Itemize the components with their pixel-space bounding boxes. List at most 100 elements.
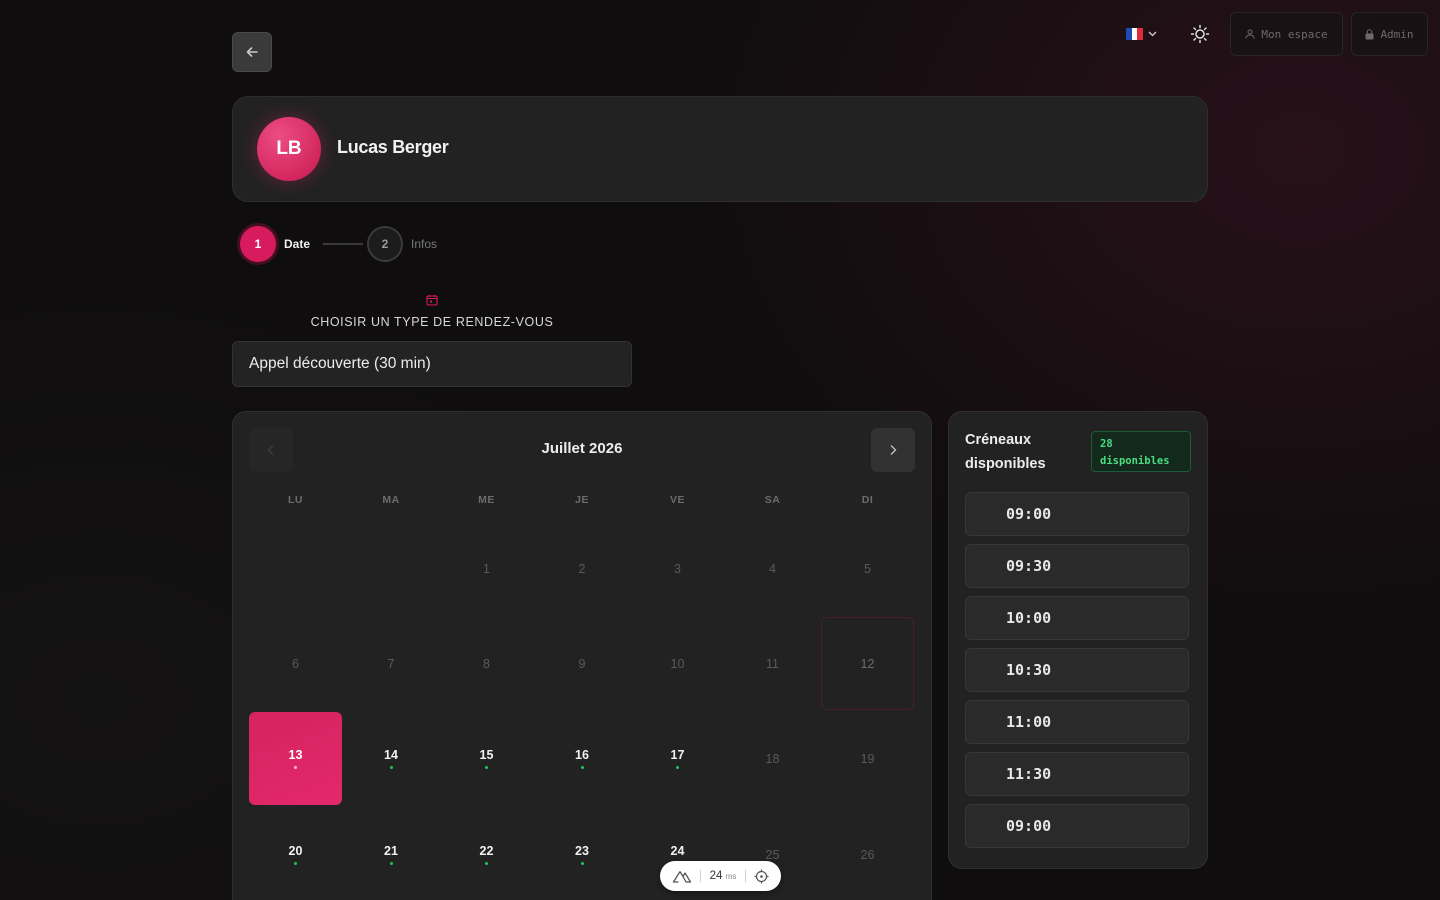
lock-icon <box>1365 28 1374 39</box>
day-number: 15 <box>479 748 494 762</box>
chevron-right-icon <box>890 445 897 455</box>
calendar-day-21[interactable]: 21 <box>345 808 438 900</box>
calendar-day-7: 7 <box>345 617 438 710</box>
day-number: 1 <box>483 561 490 576</box>
day-number: 13 <box>288 748 303 762</box>
month-title: Juillet 2026 <box>541 440 623 457</box>
crosshair-icon[interactable] <box>754 869 769 884</box>
chevron-left-icon <box>267 445 274 455</box>
next-month-button[interactable] <box>871 428 915 472</box>
slots-title: Créneaux disponibles <box>965 432 1046 472</box>
calendar-day-4: 4 <box>726 522 819 615</box>
calendar-icon <box>426 295 438 306</box>
time-slot-button[interactable]: 10:00 <box>965 596 1189 640</box>
devtools-toolbar[interactable]: 24 ms <box>660 861 781 891</box>
availability-dot <box>389 766 393 769</box>
mon-espace-label: Mon espace <box>1261 27 1328 41</box>
day-number: 5 <box>864 561 871 576</box>
day-number: 14 <box>384 748 398 762</box>
divider <box>744 870 746 882</box>
user-icon <box>1245 29 1255 39</box>
availability-dot <box>294 862 297 865</box>
time-slot-button[interactable]: 09:00 <box>965 492 1189 536</box>
calendar-day-18: 18 <box>726 712 819 805</box>
availability-dot <box>580 862 584 865</box>
sun-icon <box>1190 24 1210 44</box>
calendar-day-5: 5 <box>821 522 914 615</box>
day-number: 16 <box>575 748 589 762</box>
nuxt-logo-icon <box>672 870 692 883</box>
day-number: 12 <box>860 656 875 671</box>
step-2-indicator: 2 <box>367 226 403 262</box>
language-selector[interactable] <box>1126 24 1166 44</box>
day-number: 4 <box>769 561 776 576</box>
weekday-header: SA <box>764 494 781 506</box>
calendar-day-11: 11 <box>726 617 819 710</box>
availability-dot <box>294 766 297 769</box>
day-number: 11 <box>766 656 779 671</box>
france-flag-icon <box>1126 28 1143 40</box>
calendar-day-15[interactable]: 15 <box>440 712 533 805</box>
calendar-day-22[interactable]: 22 <box>440 808 533 900</box>
time-slot-button[interactable]: 11:30 <box>965 752 1189 796</box>
calendar-day-17[interactable]: 17 <box>631 712 724 805</box>
calendar-day-20[interactable]: 20 <box>249 808 342 900</box>
previous-month-button[interactable] <box>249 428 293 472</box>
appointment-type-select[interactable]: Appel découverte (30 min) <box>232 341 632 387</box>
time-slot-button[interactable]: 09:00 <box>965 804 1189 848</box>
profile-name: Lucas Berger <box>337 137 449 157</box>
day-number: 17 <box>670 748 685 762</box>
weekday-header: DI <box>861 494 874 506</box>
calendar-day-23[interactable]: 23 <box>536 808 629 900</box>
day-number: 6 <box>292 656 299 671</box>
back-button[interactable] <box>232 32 272 72</box>
weekday-header: MA <box>382 494 400 506</box>
step-1-label: Date <box>284 237 311 251</box>
calendar-day-10: 10 <box>631 617 724 710</box>
calendar-day-1: 1 <box>440 522 533 615</box>
admin-label: Admin <box>1380 27 1414 41</box>
divider <box>700 870 702 882</box>
day-number: 19 <box>860 751 875 766</box>
calendar-day-16[interactable]: 16 <box>536 712 629 805</box>
slots-count-badge: 28 disponibles <box>1091 431 1191 472</box>
calendar-day-14[interactable]: 14 <box>345 712 438 805</box>
day-number: 9 <box>578 656 586 671</box>
slots-panel <box>948 411 1208 869</box>
availability-dot <box>389 862 393 865</box>
step-2-label: Infos <box>411 237 438 251</box>
availability-dot <box>580 766 584 769</box>
calendar-day-6: 6 <box>249 617 342 710</box>
weekday-header: LU <box>288 494 303 506</box>
step-1-indicator: 1 <box>240 226 276 262</box>
time-slot-button[interactable]: 10:30 <box>965 648 1189 692</box>
day-number: 26 <box>860 847 875 862</box>
timing-value: 24 <box>709 870 723 882</box>
theme-toggle-button[interactable] <box>1188 22 1212 46</box>
calendar-day-2: 2 <box>536 522 629 615</box>
day-number: 2 <box>578 561 586 576</box>
day-number: 7 <box>387 656 395 671</box>
calendar-day-12: 12 <box>821 617 914 710</box>
calendar-day-13[interactable]: 13 <box>249 712 342 805</box>
time-slot-button[interactable]: 09:30 <box>965 544 1189 588</box>
time-slot-button[interactable]: 11:00 <box>965 700 1189 744</box>
availability-dot <box>485 862 488 865</box>
availability-dot <box>485 766 488 769</box>
avatar: LB <box>257 117 321 181</box>
calendar-day-9: 9 <box>536 617 629 710</box>
day-number: 18 <box>765 751 780 766</box>
render-timing: 24 ms <box>710 870 737 882</box>
calendar-day-26: 26 <box>821 808 914 900</box>
admin-button[interactable]: Admin <box>1351 12 1428 56</box>
arrow-left-icon <box>246 47 258 57</box>
calendar-day-19: 19 <box>821 712 914 805</box>
day-number: 3 <box>674 561 681 576</box>
step-connector <box>323 243 363 245</box>
day-number: 8 <box>483 656 490 671</box>
calendar-day-8: 8 <box>440 617 533 710</box>
day-number: 25 <box>765 847 780 862</box>
mon-espace-button[interactable]: Mon espace <box>1230 12 1343 56</box>
weekday-header: JE <box>575 494 589 506</box>
day-number: 23 <box>575 844 589 858</box>
